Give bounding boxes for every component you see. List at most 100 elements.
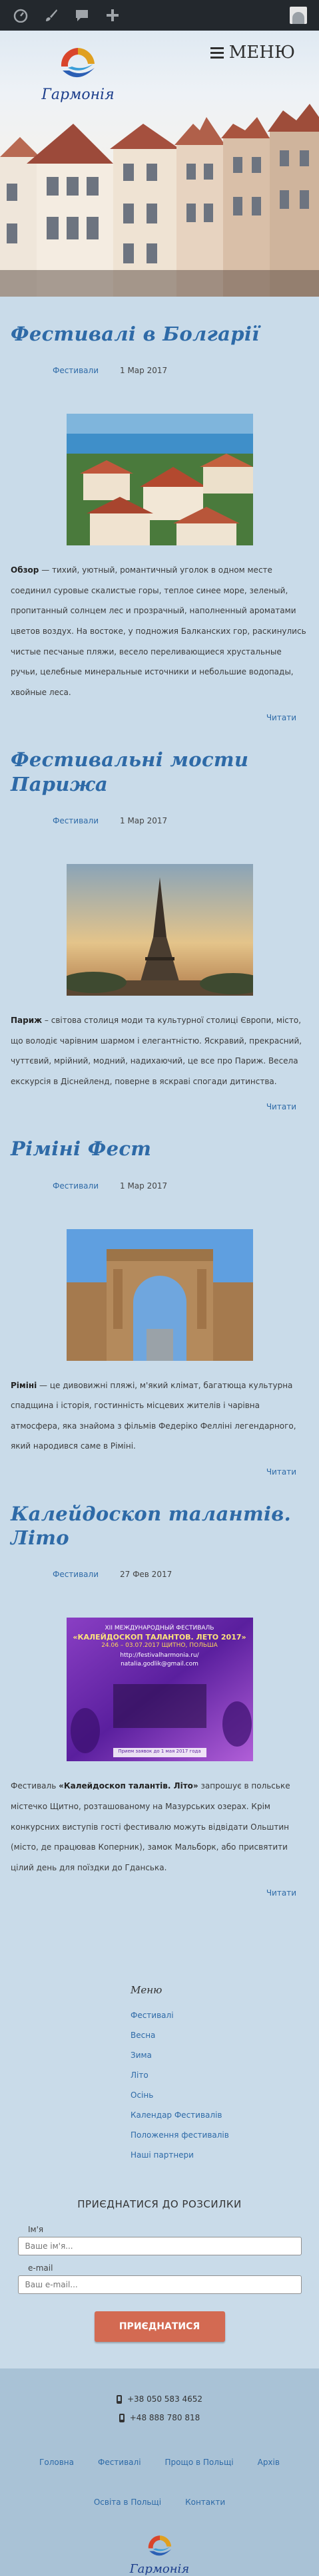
comments-icon[interactable] bbox=[67, 0, 97, 31]
excerpt-lead: Ріміні bbox=[11, 1380, 37, 1390]
read-more-link[interactable]: Читати bbox=[11, 713, 308, 722]
post-excerpt: Париж – світова столиця моди та культурн… bbox=[11, 1010, 308, 1091]
poster-line: «КАЛЕЙДОСКОП ТАЛАНТОВ. ЛЕТО 2017» bbox=[73, 1633, 246, 1642]
phone-row: +38 050 583 4652 bbox=[0, 2390, 319, 2408]
footer-phones: +38 050 583 4652 +48 888 780 818 bbox=[0, 2390, 319, 2427]
phone-number[interactable]: +48 888 780 818 bbox=[130, 2408, 200, 2427]
post-title[interactable]: Фестивалі в Болгарії bbox=[11, 322, 308, 346]
post-meta: Фестивали 27 Фев 2017 bbox=[11, 1570, 308, 1579]
post: Ріміні Фест Фестивали 1 Мар 2017 Ріміні … bbox=[11, 1111, 308, 1477]
post-meta: Фестивали 1 Мар 2017 bbox=[11, 1181, 308, 1191]
post-category-link[interactable]: Фестивали bbox=[53, 1570, 99, 1579]
excerpt-prefix: Фестиваль bbox=[11, 1781, 59, 1791]
excerpt-text: — це дивовижні пляжі, м'який клімат, баг… bbox=[11, 1380, 296, 1451]
logo-emblem-icon bbox=[148, 2535, 171, 2556]
new-content-icon[interactable] bbox=[97, 0, 128, 31]
admin-bar bbox=[0, 0, 319, 31]
widget-menu-item[interactable]: Календар Фестивалів bbox=[131, 2105, 308, 2125]
post-title[interactable]: Ріміні Фест bbox=[11, 1137, 308, 1161]
post-thumbnail[interactable] bbox=[66, 863, 253, 996]
post-category-link[interactable]: Фестивали bbox=[53, 816, 99, 825]
read-more-link[interactable]: Читати bbox=[11, 1102, 308, 1111]
widget-menu-item[interactable]: Весна bbox=[131, 2025, 308, 2045]
post-excerpt: Обзор — тихий, уютный, романтичный уголо… bbox=[11, 560, 308, 702]
post: Калейдоскоп талантів. Літо Фестивали 27 … bbox=[11, 1477, 308, 1898]
post-meta: Фестивали 1 Мар 2017 bbox=[11, 366, 308, 375]
subscribe-form: ПРИЄДНАТИСЯ ДО РОЗСИЛКИ Ім'я e-mail ПРИЄ… bbox=[11, 2165, 308, 2343]
post-category-link[interactable]: Фестивали bbox=[53, 1181, 99, 1191]
excerpt-text: — тихий, уютный, романтичный уголок в од… bbox=[11, 565, 306, 697]
logo-emblem-icon bbox=[61, 48, 95, 78]
site-header: Гармонія МЕНЮ bbox=[0, 31, 319, 297]
subscribe-title: ПРИЄДНАТИСЯ ДО РОЗСИЛКИ bbox=[77, 2198, 242, 2211]
poster-text: XII МЕЖДУНАРОДНЫЙ ФЕСТИВАЛЬ «КАЛЕЙДОСКОП… bbox=[67, 1624, 253, 1669]
post-date: 1 Мар 2017 bbox=[120, 366, 168, 376]
footer-nav-item[interactable]: Контакти bbox=[185, 2498, 225, 2507]
footer-nav-item[interactable]: Прощо в Польщі bbox=[165, 2458, 234, 2467]
footer-logo[interactable]: Гармонія bbox=[120, 2533, 200, 2576]
footer-nav: Освіта в Польщі Контакти bbox=[0, 2498, 319, 2507]
post-date: 1 Мар 2017 bbox=[120, 815, 168, 825]
excerpt-text: – світова столиця моди та культурної сто… bbox=[11, 1015, 302, 1086]
menu-widget: Меню Фестивалі Весна Зима Літо Осінь Кал… bbox=[11, 1898, 308, 2165]
post-thumbnail[interactable]: XII МЕЖДУНАРОДНЫЙ ФЕСТИВАЛЬ «КАЛЕЙДОСКОП… bbox=[66, 1618, 253, 1762]
subscribe-button[interactable]: ПРИЄДНАТИСЯ bbox=[94, 2311, 225, 2343]
excerpt-lead: Обзор bbox=[11, 565, 39, 575]
menu-toggle-button[interactable]: МЕНЮ bbox=[210, 43, 295, 63]
poster-line: XII МЕЖДУНАРОДНЫЙ ФЕСТИВАЛЬ bbox=[105, 1625, 214, 1632]
widget-menu-item[interactable]: Зима bbox=[131, 2045, 308, 2065]
hamburger-icon bbox=[210, 47, 224, 59]
phone-icon bbox=[119, 2413, 125, 2422]
widget-menu-item[interactable]: Фестивалі bbox=[131, 2005, 308, 2025]
customize-icon[interactable] bbox=[36, 0, 67, 31]
widget-menu-item[interactable]: Літо bbox=[131, 2065, 308, 2085]
footer-nav-item[interactable]: Головна bbox=[39, 2458, 74, 2467]
widget-menu-item[interactable]: Наші партнери bbox=[131, 2145, 308, 2165]
post-thumbnail[interactable] bbox=[66, 1228, 253, 1361]
post: Фестивальні мости Парижа Фестивали 1 Мар… bbox=[11, 722, 308, 1111]
avatar-icon[interactable] bbox=[283, 0, 314, 31]
footer-nav: Головна Фестивалі Прощо в Польщі Архів bbox=[0, 2458, 319, 2467]
post-excerpt: Фестиваль «Калейдоскоп талантів. Літо» з… bbox=[11, 1776, 308, 1878]
poster-line: Прием заявок до 1 мая 2017 года bbox=[118, 1749, 201, 1755]
email-label: e-mail bbox=[28, 2263, 53, 2273]
footer-nav-item[interactable]: Освіта в Польщі bbox=[94, 2498, 161, 2507]
dashboard-icon[interactable] bbox=[5, 0, 36, 31]
avatar bbox=[290, 7, 307, 24]
footer-nav-item[interactable]: Фестивалі bbox=[98, 2458, 141, 2467]
post-date: 27 Фев 2017 bbox=[120, 1570, 172, 1580]
excerpt-lead: Париж bbox=[11, 1015, 43, 1025]
post-title[interactable]: Фестивальні мости Парижа bbox=[11, 748, 308, 796]
site-footer: +38 050 583 4652 +48 888 780 818 Головна… bbox=[0, 2368, 319, 2576]
widget-menu-item[interactable]: Осінь bbox=[131, 2085, 308, 2105]
email-input[interactable] bbox=[17, 2275, 302, 2295]
post-category-link[interactable]: Фестивали bbox=[53, 366, 99, 375]
footer-nav-item[interactable]: Архів bbox=[258, 2458, 280, 2467]
post-date: 1 Мар 2017 bbox=[120, 1181, 168, 1191]
read-more-link[interactable]: Читати bbox=[11, 1467, 308, 1477]
post: Фестивалі в Болгарії Фестивали 1 Мар 201… bbox=[11, 297, 308, 722]
post-excerpt: Ріміні — це дивовижні пляжі, м'який клім… bbox=[11, 1375, 308, 1457]
menu-label: МЕНЮ bbox=[228, 43, 295, 63]
poster-line: http://festivalharmonia.ru/ bbox=[120, 1652, 199, 1659]
phone-row: +48 888 780 818 bbox=[0, 2408, 319, 2427]
excerpt-lead: «Калейдоскоп талантів. Літо» bbox=[59, 1781, 198, 1791]
widget-menu-list: Фестивалі Весна Зима Літо Осінь Календар… bbox=[131, 2005, 308, 2165]
widget-menu-item[interactable]: Положення фестивалів bbox=[131, 2125, 308, 2145]
poster-line: natalia.godlik@gmail.com bbox=[121, 1661, 198, 1668]
phone-number[interactable]: +38 050 583 4652 bbox=[127, 2390, 202, 2408]
name-label: Ім'я bbox=[28, 2225, 44, 2235]
phone-icon bbox=[116, 2394, 122, 2404]
post-thumbnail[interactable] bbox=[66, 414, 253, 546]
read-more-link[interactable]: Читати bbox=[11, 1888, 308, 1898]
excerpt-text: запрошує в польське містечко Щитно, розт… bbox=[11, 1781, 290, 1872]
logo-text: Гармонія bbox=[41, 86, 115, 103]
name-input[interactable] bbox=[17, 2237, 302, 2256]
main-content: Фестивалі в Болгарії Фестивали 1 Мар 201… bbox=[0, 297, 319, 2343]
post-title[interactable]: Калейдоскоп талантів. Літо bbox=[11, 1502, 308, 1550]
post-meta: Фестивали 1 Мар 2017 bbox=[11, 816, 308, 825]
logo-text: Гармонія bbox=[129, 2562, 190, 2576]
site-logo[interactable]: Гармонія bbox=[35, 44, 121, 103]
widget-title: Меню bbox=[131, 1984, 162, 1997]
poster-line: 24.06 – 03.07.2017 ЩИТНО, ПОЛЬША bbox=[101, 1642, 218, 1649]
